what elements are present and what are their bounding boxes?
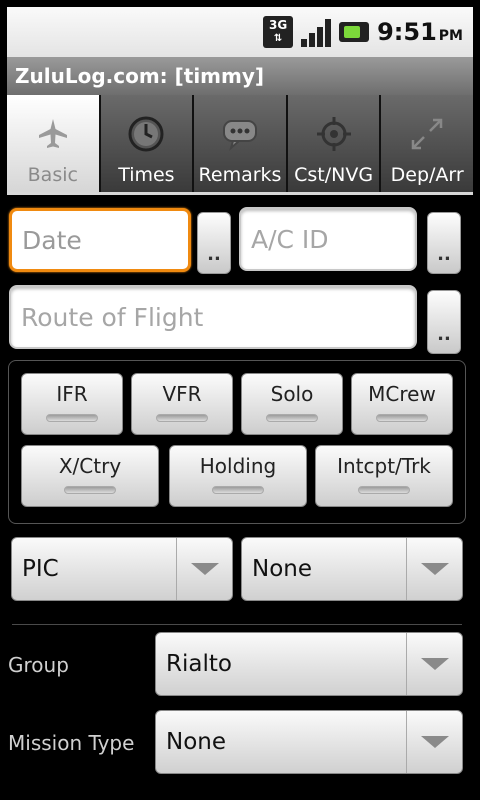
tab-cst-nvg[interactable]: Cst/NVG [287,95,380,192]
route-picker-button[interactable]: .. [427,290,461,354]
toggle-holding-indicator [212,486,264,494]
toggle-mcrew-indicator [376,414,428,422]
clock-time: 9:51 [377,18,437,46]
crosshair-icon [314,114,354,154]
toggle-holding[interactable]: Holding [169,445,307,507]
toggle-xctry[interactable]: X/Ctry [21,445,159,507]
aircraft-picker-label: .. [437,244,451,265]
tab-remarks-label: Remarks [198,164,282,186]
toggle-xctry-label: X/Ctry [58,454,122,478]
aircraft-picker-button[interactable]: .. [427,212,461,274]
group-label: Group [8,653,69,677]
toggle-solo[interactable]: Solo [241,373,343,435]
tab-bar: Basic Times Remarks Cst/NVG Dep/Arr [7,95,473,195]
screen: 3G ⇅ 9:51 PM ZuluLog.com: [timmy] Basic T… [7,7,473,793]
tab-basic[interactable]: Basic [7,95,99,192]
airplane-icon [33,114,73,154]
route-picker-label: .. [437,324,451,345]
toggle-vfr[interactable]: VFR [131,373,233,435]
toggle-solo-indicator [266,414,318,422]
clock-ampm: PM [438,28,463,44]
date-placeholder: Date [22,225,82,255]
date-picker-button[interactable]: .. [197,212,231,274]
toggle-holding-label: Holding [199,454,277,478]
status-clock: 9:51 PM [377,18,463,46]
toggle-ifr[interactable]: IFR [21,373,123,435]
tab-dep-arr-label: Dep/Arr [390,164,464,186]
mission-type-label: Mission Type [8,731,135,755]
toggle-intcpt-trk-label: Intcpt/Trk [337,454,431,478]
network-label: 3G [268,18,288,32]
tab-dep-arr[interactable]: Dep/Arr [381,95,473,192]
tab-times-label: Times [118,164,175,186]
speech-bubble-icon [220,114,260,154]
toggle-intcpt-trk-indicator [358,486,410,494]
toggle-ifr-label: IFR [56,382,88,406]
flight-flags-panel: IFR VFR Solo MCrew X/Ctry Holding Intcpt… [8,360,466,524]
chevron-down-icon [176,538,232,600]
app-title-bar: ZuluLog.com: [timmy] [7,57,473,95]
data-arrows-icon: ⇅ [273,33,283,44]
section-divider [12,624,462,625]
app-title: ZuluLog.com: [timmy] [15,64,265,88]
tab-times[interactable]: Times [100,95,193,192]
signal-strength-icon [301,17,332,47]
toggle-xctry-indicator [64,486,116,494]
chevron-down-icon [406,538,462,600]
tab-cst-nvg-label: Cst/NVG [294,164,374,186]
mission-type-value: None [166,729,227,755]
group-value: Rialto [166,651,232,677]
secondary-role-select[interactable]: None [241,537,463,601]
date-field[interactable]: Date [9,208,191,272]
aircraft-id-placeholder: A/C ID [251,224,329,254]
aircraft-id-field[interactable]: A/C ID [239,207,417,271]
toggle-vfr-indicator [156,414,208,422]
network-3g-icon: 3G ⇅ [263,16,294,48]
toggle-mcrew[interactable]: MCrew [351,373,453,435]
device-frame: 3G ⇅ 9:51 PM ZuluLog.com: [timmy] Basic T… [0,0,480,800]
pilot-role-value: PIC [22,556,59,582]
toggle-vfr-label: VFR [162,382,202,406]
tab-basic-label: Basic [27,164,78,186]
battery-icon [339,22,370,42]
route-of-flight-field[interactable]: Route of Flight [9,285,417,349]
pilot-role-select[interactable]: PIC [11,537,233,601]
chevron-down-icon [406,711,462,773]
group-select[interactable]: Rialto [155,632,463,696]
status-bar: 3G ⇅ 9:51 PM [7,7,473,57]
date-picker-label: .. [207,244,221,265]
toggle-mcrew-label: MCrew [368,382,436,406]
toggle-solo-label: Solo [270,382,314,406]
route-placeholder: Route of Flight [21,302,204,332]
chevron-down-icon [406,633,462,695]
mission-type-select[interactable]: None [155,710,463,774]
arrows-diagonal-icon [407,114,447,154]
secondary-role-value: None [252,556,313,582]
toggle-intcpt-trk[interactable]: Intcpt/Trk [315,445,453,507]
toggle-ifr-indicator [46,414,98,422]
tab-remarks[interactable]: Remarks [194,95,286,192]
clock-icon [126,114,166,154]
